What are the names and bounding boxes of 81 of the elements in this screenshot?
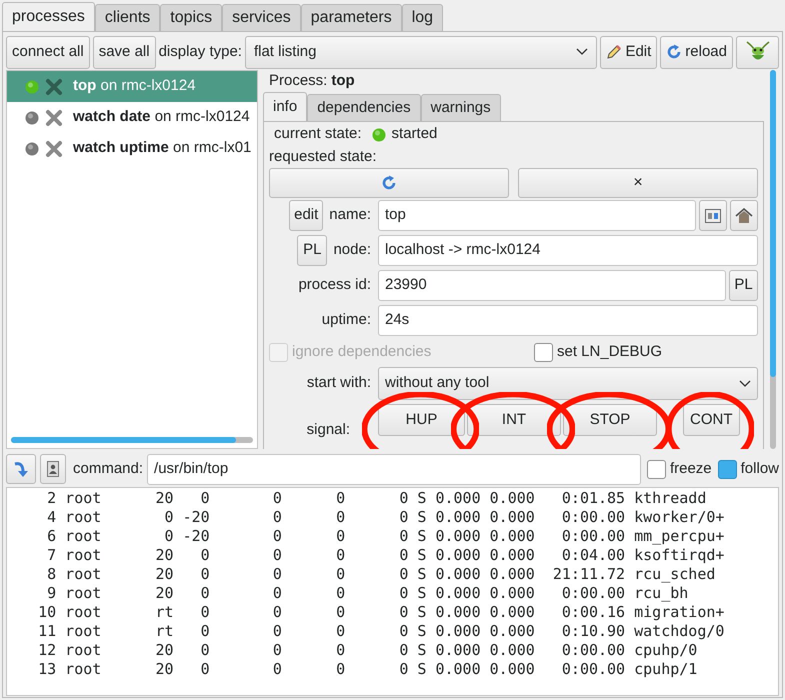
scrollbar[interactable] [770, 70, 776, 449]
document-button[interactable] [40, 454, 66, 484]
output-line: 7 root 20 0 0 0 0 S 0.000 0.000 0:04.00 ksoftirqd+ [46, 546, 724, 565]
process-label: top on rmc-lx0124 [73, 76, 196, 96]
checkbox[interactable] [718, 460, 737, 478]
tab[interactable]: info [263, 92, 308, 121]
output-line: 10 root rt 0 0 0 0 S 0.000 0.000 0:00.16 migration+ [37, 603, 724, 622]
refresh-icon [381, 175, 397, 191]
output-line: 4 root 0 -20 0 0 0 S 0.000 0.000 0:00.00 kworker/0+ [46, 508, 724, 527]
tab[interactable]: log [402, 4, 444, 31]
display-type-label: display type: [158, 42, 242, 62]
process-row[interactable]: watch uptime on rmc-lx01 [7, 133, 257, 164]
edit-name-button[interactable]: edit [289, 200, 324, 231]
tab[interactable]: dependencies [307, 94, 421, 121]
signal-label: signal: [306, 420, 350, 440]
start-button[interactable] [269, 168, 509, 198]
output-line: 11 root rt 0 0 0 0 S 0.000 0.000 0:10.90 watchdog/0 [37, 622, 724, 641]
pencil-icon [606, 44, 622, 60]
output-line: 9 root 20 0 0 0 0 S 0.000 0.000 0:00.00 rcu_bh [46, 584, 688, 603]
output-line: 6 root 0 -20 0 0 0 S 0.000 0.000 0:00.00 mm_percpu+ [46, 527, 724, 546]
signal-button[interactable]: HUP [378, 404, 465, 436]
node-pl-button[interactable]: PL [297, 235, 328, 266]
node-field[interactable]: localhost -> rmc-lx0124 [378, 235, 758, 266]
logo-button[interactable] [736, 36, 779, 68]
process-row[interactable]: watch date on rmc-lx0124 [7, 102, 257, 133]
chevron-icon [739, 380, 751, 388]
field-label: start with: [306, 373, 371, 394]
cross-icon [45, 78, 63, 96]
checkbox-label: set LN_DEBUG [557, 342, 662, 362]
tab[interactable]: topics [160, 4, 222, 31]
display-type-dropdown[interactable]: flat listing [244, 36, 598, 68]
signal-button[interactable]: CONT [683, 404, 740, 436]
current-state-value: started [392, 124, 438, 144]
process-title-label: Process: [269, 70, 328, 91]
checkbox-label: freeze [670, 458, 712, 479]
process-label: watch date on rmc-lx0124 [73, 107, 250, 128]
reload-button[interactable]: reload [660, 36, 733, 68]
cross-icon [45, 108, 63, 126]
follow-arrow-button[interactable] [6, 454, 36, 484]
checkbox[interactable] [534, 343, 553, 362]
stop-button[interactable]: × [518, 168, 758, 198]
home-icon [735, 208, 753, 224]
checkbox[interactable] [646, 460, 666, 478]
refresh-icon [666, 44, 682, 60]
edit-button[interactable]: Edit [600, 36, 658, 68]
field-label: node: [333, 240, 371, 260]
window-icon [705, 208, 721, 222]
tab[interactable]: processes [2, 2, 95, 31]
field-label: name: [329, 205, 371, 226]
command-field[interactable]: /usr/bin/top [147, 454, 641, 484]
requested-state-label: requested state: [269, 146, 377, 167]
toolbar-button[interactable]: save all [92, 36, 156, 68]
tab[interactable]: parameters [300, 4, 402, 31]
window-icon-button[interactable] [699, 200, 727, 231]
home-button[interactable] [730, 200, 758, 231]
output-line: 8 root 20 0 0 0 0 S 0.000 0.000 21:11.72 rcu_sched [46, 565, 716, 584]
output-line: 2 root 20 0 0 0 0 S 0.000 0.000 0:01.85 kthreadd [46, 489, 706, 508]
toolbar-button[interactable]: connect all [6, 36, 90, 68]
field-label: process id: [298, 275, 371, 296]
tab[interactable]: clients [94, 4, 160, 31]
process-title: top [331, 70, 355, 91]
chevron-icon [576, 48, 588, 56]
signal-button[interactable]: STOP [563, 404, 657, 436]
checkbox-label: follow [740, 458, 779, 479]
field-label: uptime: [322, 310, 371, 330]
tab[interactable]: services [222, 4, 301, 31]
command-label: command: [73, 458, 144, 479]
tab[interactable]: warnings [420, 94, 501, 121]
process-id-field[interactable]: 23990 [378, 270, 726, 301]
cross-icon [45, 140, 63, 158]
document-icon [47, 461, 59, 477]
name-field[interactable]: top [378, 200, 696, 231]
uptime-field[interactable]: 24s [378, 305, 758, 336]
output-line: 12 root 20 0 0 0 0 S 0.000 0.000 0:00.00 cpuhp/0 [37, 641, 698, 660]
output-line: 13 root 20 0 0 0 0 S 0.000 0.000 0:00.00 cpuhp/1 [37, 660, 698, 679]
process-label: watch uptime on rmc-lx01 [73, 138, 252, 158]
current-state-label: current state: [274, 124, 362, 144]
checkbox-label: ignore dependencies [292, 342, 432, 362]
curved-arrow-icon [12, 460, 30, 478]
scrollbar[interactable] [11, 437, 253, 443]
pid-pl-button[interactable]: PL [729, 270, 758, 301]
